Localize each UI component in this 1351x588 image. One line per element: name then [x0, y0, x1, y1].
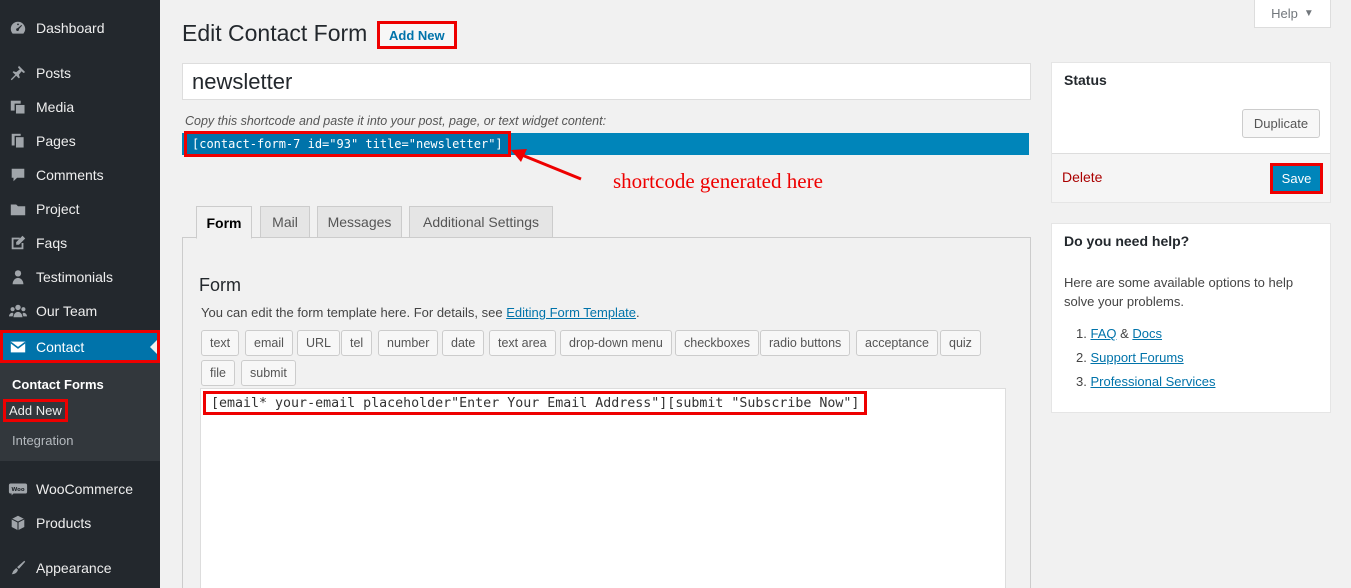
tab-form[interactable]: Form [196, 206, 252, 239]
help-item-number: 2. [1076, 350, 1087, 365]
sidebar-item-project[interactable]: Project [0, 192, 160, 226]
brush-icon [0, 559, 36, 577]
status-title: Status [1064, 72, 1107, 88]
groups-icon [0, 302, 36, 320]
sidebar-item-appearance[interactable]: Appearance [0, 551, 160, 585]
tag-button-submit[interactable]: submit [241, 360, 296, 386]
tag-button-textarea[interactable]: text area [489, 330, 556, 356]
sidebar-item-label: Our Team [36, 303, 98, 319]
tag-button-url[interactable]: URL [297, 330, 341, 356]
tag-button-date[interactable]: date [442, 330, 485, 356]
sidebar-item-label: Pages [36, 133, 76, 149]
svg-text:Woo: Woo [11, 487, 25, 493]
help-item-number: 1. [1076, 326, 1087, 341]
tag-button-quiz[interactable]: quiz [940, 330, 981, 356]
sidebar-item-label: WooCommerce [36, 481, 133, 497]
delete-link[interactable]: Delete [1062, 169, 1102, 185]
tag-button-file[interactable]: file [201, 360, 235, 386]
professional-services-link[interactable]: Professional Services [1090, 374, 1215, 389]
sidebar-item-label: Faqs [36, 235, 68, 251]
help-tab-button[interactable]: Help ▼ [1254, 0, 1331, 28]
faq-link[interactable]: FAQ [1090, 326, 1116, 341]
shortcode-annotation: shortcode generated here [613, 169, 823, 193]
page-title: Edit Contact Form [182, 20, 368, 46]
contact-submenu: Contact Forms Add New Integration [0, 363, 160, 461]
help-box-title: Do you need help? [1064, 233, 1190, 249]
help-item-professional: 3. Professional Services [1076, 374, 1215, 389]
submenu-add-new[interactable]: Add New [3, 399, 68, 422]
admin-sidebar: Dashboard Posts Media Pages Comments Pro… [0, 0, 160, 588]
help-item-support: 2. Support Forums [1076, 350, 1184, 365]
sidebar-item-pages[interactable]: Pages [0, 124, 160, 158]
tag-button-checkboxes[interactable]: checkboxes [675, 330, 760, 356]
tag-button-acceptance[interactable]: acceptance [856, 330, 938, 356]
form-description: You can edit the form template here. For… [201, 305, 640, 320]
sidebar-item-products[interactable]: Products [0, 506, 160, 540]
help-item-faq-docs: 1. FAQ & Docs [1076, 326, 1162, 341]
edit-icon [0, 234, 36, 252]
caret-down-icon: ▼ [1303, 8, 1314, 19]
form-description-text: You can edit the form template here. For… [201, 305, 507, 320]
form-title-input[interactable]: newsletter [182, 63, 1031, 100]
form-description-end: . [636, 305, 640, 320]
tag-button-radio[interactable]: radio buttons [760, 330, 851, 356]
folder-icon [0, 200, 36, 218]
sidebar-item-label: Appearance [36, 560, 112, 576]
sidebar-item-woocommerce[interactable]: Woo WooCommerce [0, 472, 160, 506]
add-new-button[interactable]: Add New [377, 21, 457, 49]
sidebar-item-posts[interactable]: Posts [0, 56, 160, 90]
tab-additional-settings[interactable]: Additional Settings [409, 206, 553, 238]
comment-icon [0, 166, 36, 184]
sidebar-item-label: Media [36, 99, 75, 115]
submenu-integration[interactable]: Integration [12, 433, 73, 448]
sidebar-item-label: Products [36, 515, 92, 531]
help-label: Help [1271, 6, 1298, 21]
tag-button-tel[interactable]: tel [341, 330, 373, 356]
dashboard-icon [0, 19, 36, 37]
active-menu-arrow [150, 340, 157, 354]
tag-button-text[interactable]: text [201, 330, 240, 356]
docs-link[interactable]: Docs [1132, 326, 1162, 341]
pin-icon [0, 64, 36, 82]
email-icon [0, 338, 36, 356]
sidebar-item-comments[interactable]: Comments [0, 158, 160, 192]
pages-icon [0, 132, 36, 150]
annotation-arrow-icon [511, 149, 582, 181]
sidebar-item-label: Posts [36, 65, 72, 81]
shortcode-text[interactable]: [contact-form-7 id="93" title="newslette… [184, 131, 511, 157]
media-icon [0, 98, 36, 116]
duplicate-button[interactable]: Duplicate [1242, 109, 1320, 138]
tag-button-dropdown[interactable]: drop-down menu [560, 330, 672, 356]
sidebar-item-dashboard[interactable]: Dashboard [0, 11, 160, 45]
sidebar-item-label: Comments [36, 167, 104, 183]
sidebar-item-label: Testimonials [36, 269, 114, 285]
editing-form-template-link[interactable]: Editing Form Template [506, 305, 636, 320]
support-forums-link[interactable]: Support Forums [1090, 350, 1183, 365]
woo-icon: Woo [0, 481, 36, 497]
sidebar-item-label: Dashboard [36, 20, 105, 36]
tab-mail[interactable]: Mail [260, 206, 310, 238]
form-template-textarea[interactable] [200, 388, 1006, 588]
save-button[interactable]: Save [1270, 163, 1323, 194]
tag-button-number[interactable]: number [378, 330, 439, 356]
help-item-number: 3. [1076, 374, 1087, 389]
sidebar-item-faqs[interactable]: Faqs [0, 226, 160, 260]
sidebar-item-contact[interactable]: Contact [0, 330, 160, 363]
sidebar-item-label: Project [36, 201, 80, 217]
submenu-contact-forms[interactable]: Contact Forms [12, 377, 104, 392]
box-icon [0, 514, 36, 532]
tag-button-email[interactable]: email [245, 330, 293, 356]
sidebar-item-label: Contact [36, 338, 85, 355]
user-icon [0, 268, 36, 286]
help-item-separator: & [1116, 326, 1133, 341]
sidebar-item-our-team[interactable]: Our Team [0, 294, 160, 328]
shortcode-description: Copy this shortcode and paste it into yo… [185, 114, 607, 128]
sidebar-item-media[interactable]: Media [0, 90, 160, 124]
form-heading: Form [199, 275, 241, 295]
help-box-text: Here are some available options to help … [1064, 275, 1294, 309]
sidebar-item-testimonials[interactable]: Testimonials [0, 260, 160, 294]
form-template-code[interactable]: [email* your-email placeholder"Enter You… [203, 391, 868, 415]
tab-messages[interactable]: Messages [317, 206, 402, 238]
